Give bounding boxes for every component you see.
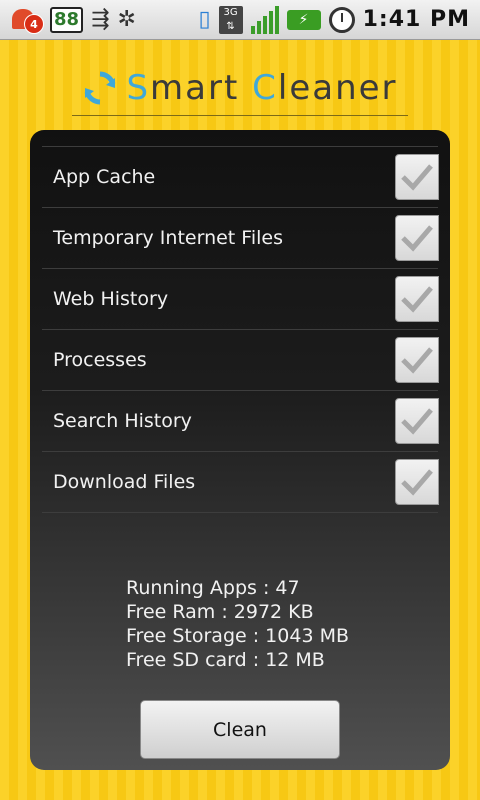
checkmark-icon [401,164,433,191]
app-cache-checkbox[interactable] [395,154,439,200]
cleanup-options-list: App Cache Temporary Internet Files Web H… [42,146,439,513]
checkmark-icon [401,225,433,252]
option-processes[interactable]: Processes [42,330,439,391]
alarm-clock-icon [328,6,355,33]
option-label: Download Files [53,471,196,493]
checkmark-icon [401,408,433,435]
device-stats: Running Apps : 47 Free Ram : 2972 KB Fre… [126,576,349,672]
clean-button[interactable]: Clean [140,700,340,759]
usb-icon: ⇶ [91,7,110,32]
checkmark-icon [401,347,433,374]
option-label: Search History [53,410,192,432]
option-web-history[interactable]: Web History [42,269,439,330]
charging-battery-icon: ⚡ [286,9,321,30]
temporary-internet-files-checkbox[interactable] [395,215,439,261]
3g-icon: 3G ⇅ [218,5,243,34]
battery-percent-icon: 88 [50,6,84,33]
app-title: Smart Cleaner [126,67,398,108]
checkmark-icon [401,286,433,313]
web-history-checkbox[interactable] [395,276,439,322]
download-files-checkbox[interactable] [395,459,439,505]
notification-icon[interactable]: 4 [10,5,44,35]
option-label: Web History [53,288,169,310]
android-debug-icon: ✲ [117,7,136,32]
refresh-icon [85,71,116,104]
option-search-history[interactable]: Search History [42,391,439,452]
option-app-cache[interactable]: App Cache [42,147,439,208]
option-label: Temporary Internet Files [53,227,283,249]
checkmark-icon [401,469,433,496]
option-download-files[interactable]: Download Files [42,452,439,513]
notification-count: 4 [24,13,44,34]
status-bar: 4 88 ⇶ ✲ ▯ 3G ⇅ ⚡ 1:41 PM [0,0,480,40]
vibrate-icon: ▯ [198,7,211,32]
signal-icon [250,5,279,34]
option-label: App Cache [53,166,156,188]
running-apps-stat: Running Apps : 47 [126,577,300,599]
free-storage-stat: Free Storage : 1043 MB [126,625,349,647]
app-header: Smart Cleaner [72,60,408,116]
main-panel: App Cache Temporary Internet Files Web H… [30,130,450,770]
free-sd-card-stat: Free SD card : 12 MB [126,649,325,671]
status-time: 1:41 PM [362,7,470,32]
option-temporary-internet-files[interactable]: Temporary Internet Files [42,208,439,269]
search-history-checkbox[interactable] [395,398,439,444]
free-ram-stat: Free Ram : 2972 KB [126,601,314,623]
option-label: Processes [53,349,147,371]
processes-checkbox[interactable] [395,337,439,383]
